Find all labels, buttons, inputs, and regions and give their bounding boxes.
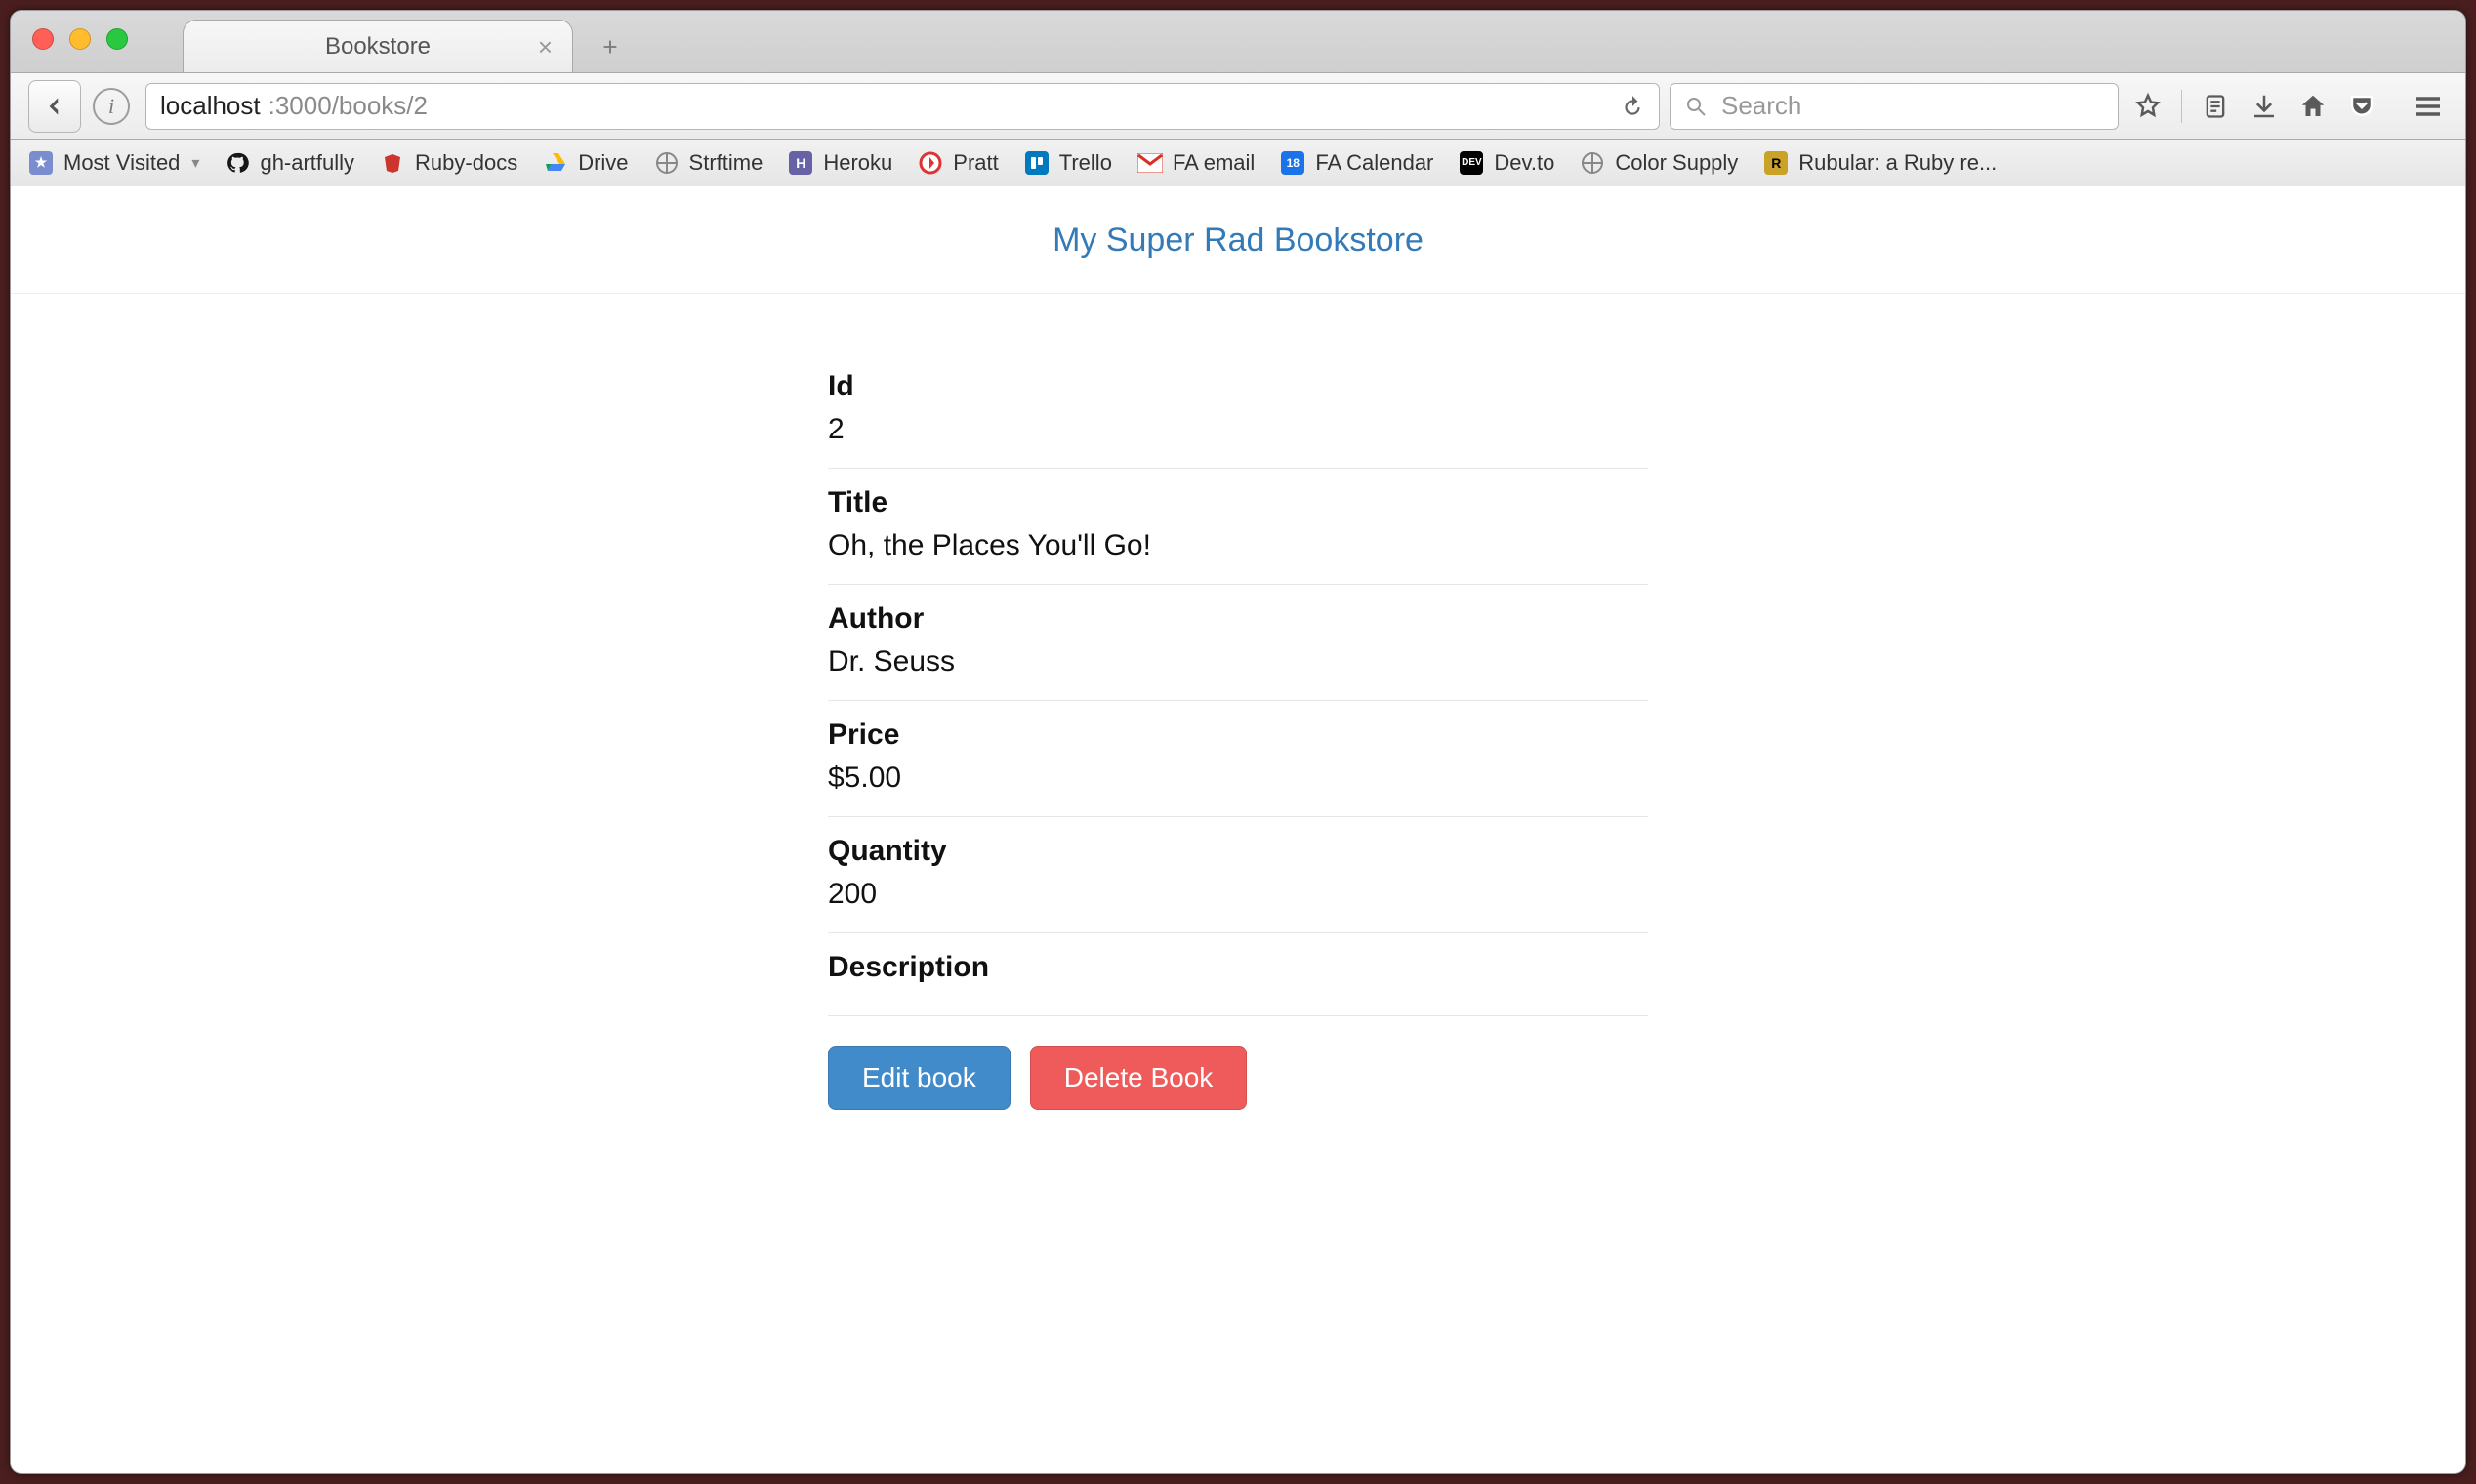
browser-window: Bookstore × i localhost:3000/books/2 — [10, 10, 2466, 1474]
delete-book-button[interactable]: Delete Book — [1030, 1046, 1248, 1110]
bookmark-item[interactable]: gh-artfully — [225, 150, 354, 176]
bookmark-item[interactable]: Strftime — [654, 150, 763, 176]
search-placeholder: Search — [1721, 91, 1801, 121]
bookmark-label: Drive — [578, 150, 628, 176]
url-host: localhost — [160, 91, 261, 121]
bookmark-item[interactable]: ★ Most Visited ▾ — [28, 150, 199, 176]
bookmark-icon — [543, 150, 568, 176]
window-close-button[interactable] — [32, 28, 54, 50]
field-label: Id — [828, 370, 1648, 403]
new-tab-button[interactable] — [587, 27, 634, 66]
back-button[interactable] — [28, 80, 81, 133]
window-controls — [32, 28, 128, 50]
bookmark-icon: R — [1763, 150, 1789, 176]
bookmark-star-icon[interactable] — [2128, 87, 2167, 126]
search-icon — [1684, 95, 1708, 118]
toolbar-separator — [2181, 90, 2182, 123]
field-label: Author — [828, 602, 1648, 636]
window-zoom-button[interactable] — [106, 28, 128, 50]
bookmark-label: Most Visited — [63, 150, 180, 176]
bookmark-item[interactable]: Drive — [543, 150, 628, 176]
browser-tab[interactable]: Bookstore × — [183, 20, 573, 72]
window-minimize-button[interactable] — [69, 28, 91, 50]
bookmark-icon: 18 — [1280, 150, 1305, 176]
bookmark-label: FA email — [1173, 150, 1255, 176]
bookmark-label: Trello — [1059, 150, 1112, 176]
home-icon[interactable] — [2293, 87, 2332, 126]
field-label: Description — [828, 951, 1648, 984]
tab-title: Bookstore — [325, 33, 431, 61]
hamburger-menu-icon[interactable] — [2409, 87, 2448, 126]
bookmark-icon: H — [788, 150, 813, 176]
page-content: My Super Rad Bookstore Id 2 Title Oh, the P… — [11, 186, 2465, 1473]
field-value: 2 — [828, 413, 1648, 446]
record-field: Title Oh, the Places You'll Go! — [828, 469, 1648, 585]
bookmark-icon: DEV — [1459, 150, 1484, 176]
book-detail: Id 2 Title Oh, the Places You'll Go! Author D… — [828, 352, 1648, 1110]
bookmark-item[interactable]: H Heroku — [788, 150, 892, 176]
bookmark-icon — [654, 150, 680, 176]
site-header: My Super Rad Bookstore — [11, 186, 2465, 294]
bookmark-label: Heroku — [823, 150, 892, 176]
bookmark-item[interactable]: Color Supply — [1580, 150, 1738, 176]
bookmark-icon: ★ — [28, 150, 54, 176]
record-field: Author Dr. Seuss — [828, 585, 1648, 701]
bookmark-item[interactable]: Trello — [1024, 150, 1112, 176]
search-bar[interactable]: Search — [1670, 83, 2119, 130]
bookmark-item[interactable]: Ruby-docs — [380, 150, 517, 176]
bookmark-item[interactable]: FA email — [1137, 150, 1255, 176]
reload-icon[interactable] — [1620, 94, 1645, 119]
action-buttons: Edit book Delete Book — [828, 1046, 1648, 1110]
bookmark-icon — [918, 150, 943, 176]
bookmark-label: Pratt — [953, 150, 998, 176]
bookmark-label: Ruby-docs — [415, 150, 517, 176]
record-field: Description — [828, 933, 1648, 1016]
bookmark-label: Dev.to — [1494, 150, 1554, 176]
bookmarks-bar: ★ Most Visited ▾ gh-artfully Ruby-docs Drive S… — [11, 140, 2465, 186]
downloads-icon[interactable] — [2245, 87, 2284, 126]
bookmark-label: FA Calendar — [1315, 150, 1433, 176]
reading-list-icon[interactable] — [2196, 87, 2235, 126]
tab-close-icon[interactable]: × — [538, 34, 553, 60]
field-value: $5.00 — [828, 762, 1648, 795]
url-path: :3000/books/2 — [268, 91, 428, 121]
bookmark-label: Color Supply — [1615, 150, 1738, 176]
bookmark-icon — [1580, 150, 1605, 176]
bookmark-item[interactable]: 18 FA Calendar — [1280, 150, 1433, 176]
bookmark-item[interactable]: DEV Dev.to — [1459, 150, 1554, 176]
field-label: Price — [828, 719, 1648, 752]
nav-toolbar: i localhost:3000/books/2 Search — [11, 73, 2465, 140]
bookmark-label: gh-artfully — [260, 150, 354, 176]
field-value: Oh, the Places You'll Go! — [828, 529, 1648, 562]
edit-book-button[interactable]: Edit book — [828, 1046, 1011, 1110]
chevron-down-icon: ▾ — [191, 153, 199, 173]
tab-strip: Bookstore × — [11, 11, 2465, 73]
pocket-icon[interactable] — [2342, 87, 2381, 126]
record-field: Quantity 200 — [828, 817, 1648, 933]
field-label: Quantity — [828, 835, 1648, 868]
field-value: Dr. Seuss — [828, 645, 1648, 679]
url-bar[interactable]: localhost:3000/books/2 — [145, 83, 1660, 130]
site-title-link[interactable]: My Super Rad Bookstore — [1052, 222, 1424, 259]
bookmark-icon — [1137, 150, 1163, 176]
bookmark-icon — [225, 150, 250, 176]
field-label: Title — [828, 486, 1648, 519]
bookmark-label: Strftime — [689, 150, 763, 176]
record-field: Price $5.00 — [828, 701, 1648, 817]
bookmark-item[interactable]: Pratt — [918, 150, 998, 176]
bookmark-item[interactable]: R Rubular: a Ruby re... — [1763, 150, 1997, 176]
bookmark-icon — [1024, 150, 1050, 176]
bookmark-icon — [380, 150, 405, 176]
field-value: 200 — [828, 878, 1648, 911]
site-info-icon[interactable]: i — [93, 88, 130, 125]
record-field: Id 2 — [828, 352, 1648, 469]
bookmark-label: Rubular: a Ruby re... — [1798, 150, 1997, 176]
